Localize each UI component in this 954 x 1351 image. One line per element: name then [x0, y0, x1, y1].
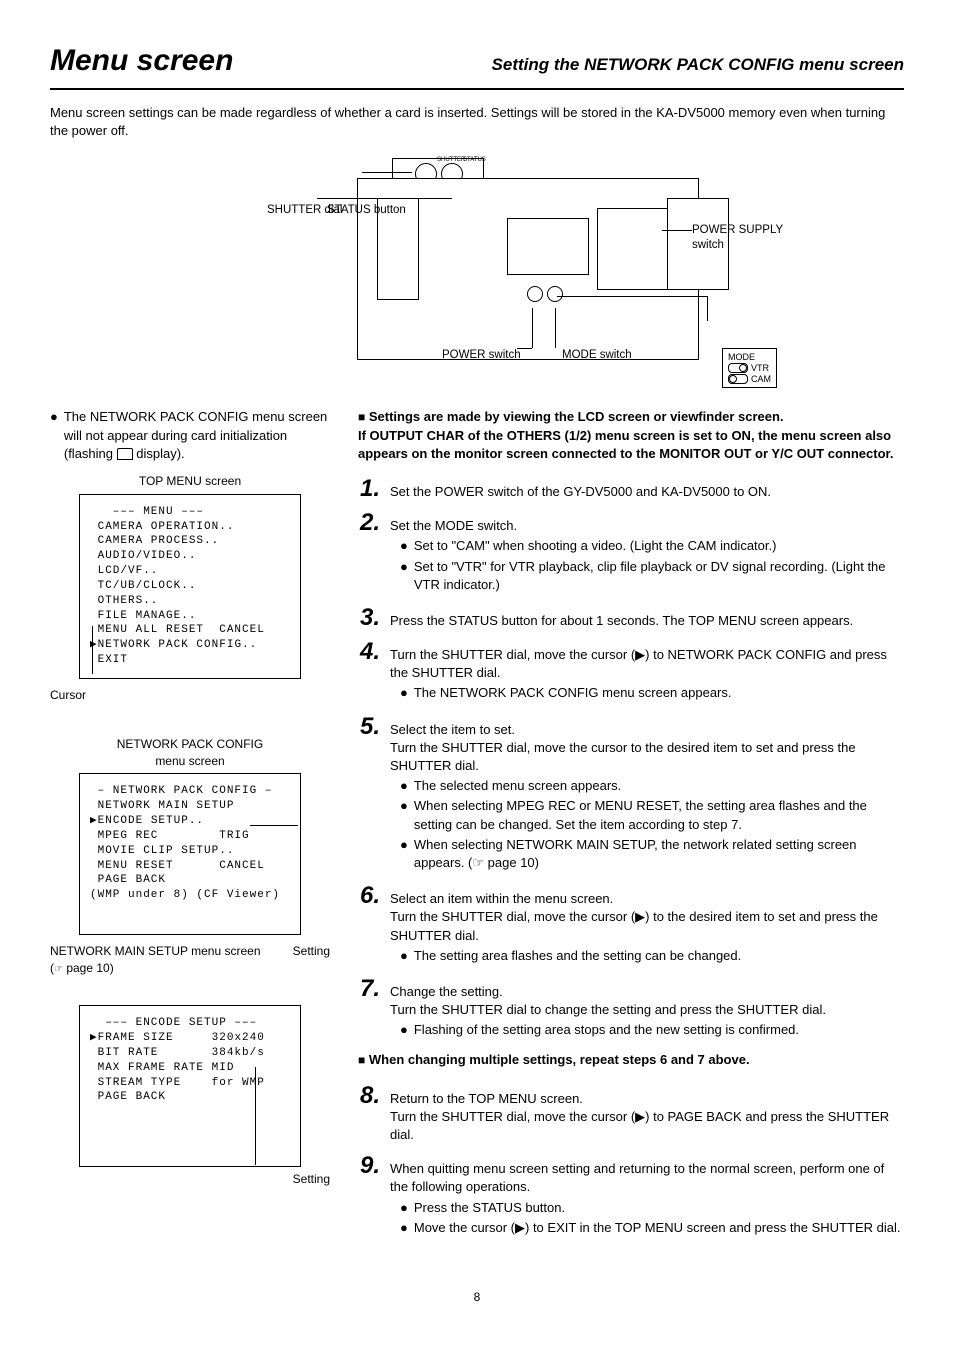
- step-body: Set the POWER switch of the GY-DV5000 an…: [390, 483, 904, 501]
- step: 5.Select the item to set.Turn the SHUTTE…: [358, 715, 904, 875]
- mode-panel: MODE VTR CAM: [722, 348, 777, 388]
- step: 4.Turn the SHUTTER dial, move the cursor…: [358, 640, 904, 705]
- intro-paragraph: Menu screen settings can be made regardl…: [50, 104, 904, 140]
- page-subtitle: Setting the NETWORK PACK CONFIG menu scr…: [253, 53, 904, 77]
- step-number: 7.: [358, 977, 380, 1042]
- sub-bullet: ●Set to "CAM" when shooting a video. (Li…: [400, 537, 904, 555]
- step: 6.Select an item within the menu screen.…: [358, 884, 904, 967]
- step-number: 9.: [358, 1154, 380, 1239]
- step: 1. Set the POWER switch of the GY-DV5000 …: [358, 477, 904, 501]
- sub-bullet: ●When selecting MPEG REC or MENU RESET, …: [400, 797, 904, 833]
- step: 2.Set the MODE switch.●Set to "CAM" when…: [358, 511, 904, 596]
- top-menu-caption: TOP MENU screen: [50, 473, 330, 490]
- step-body: Set the MODE switch.●Set to "CAM" when s…: [390, 517, 904, 596]
- label-power-switch: POWER switch: [442, 348, 521, 362]
- config-note: ● The NETWORK PACK CONFIG menu screen wi…: [50, 408, 330, 463]
- step-body: Turn the SHUTTER dial, move the cursor (…: [390, 646, 904, 705]
- npc-menu-screen: – NETWORK PACK CONFIG – NETWORK MAIN SET…: [79, 773, 301, 935]
- step-body: Press the STATUS button for about 1 seco…: [390, 612, 904, 630]
- mode-vtr-label: VTR: [751, 363, 769, 374]
- pointer-icon: ☞: [54, 964, 63, 975]
- label-power-supply: POWER SUPPLY switch: [692, 223, 792, 252]
- step-number: 4.: [358, 640, 380, 705]
- steps-list-2: 8.Return to the TOP MENU screen.Turn the…: [358, 1084, 904, 1239]
- settings-note: ■ Settings are made by viewing the LCD s…: [358, 408, 904, 463]
- npc-caption: NETWORK PACK CONFIG menu screen: [50, 736, 330, 770]
- sub-bullet: ●Move the cursor (▶) to EXIT in the TOP …: [400, 1219, 904, 1237]
- page-number: 8: [50, 1289, 904, 1306]
- step-number: 3.: [358, 606, 380, 630]
- top-menu-screen: ––– MENU ––– CAMERA OPERATION.. CAMERA P…: [79, 494, 301, 679]
- step-body: Return to the TOP MENU screen.Turn the S…: [390, 1090, 904, 1145]
- sub-bullet: ●Press the STATUS button.: [400, 1199, 904, 1217]
- sub-bullet: ●The NETWORK PACK CONFIG menu screen app…: [400, 684, 904, 702]
- step: 8.Return to the TOP MENU screen.Turn the…: [358, 1084, 904, 1145]
- step: 7.Change the setting.Turn the SHUTTER di…: [358, 977, 904, 1042]
- step: 3. Press the STATUS button for about 1 se…: [358, 606, 904, 630]
- cursor-label: Cursor: [50, 687, 330, 704]
- setting-label-2: Setting: [293, 1171, 330, 1188]
- mode-panel-title: MODE: [728, 352, 771, 363]
- sub-bullet: ●The selected menu screen appears.: [400, 777, 904, 795]
- step-number: 2.: [358, 511, 380, 596]
- setting-label-1: Setting: [293, 943, 330, 977]
- repeat-note: ■ When changing multiple settings, repea…: [358, 1051, 904, 1069]
- page-title: Menu screen: [50, 40, 233, 82]
- step-body: Select the item to set.Turn the SHUTTER …: [390, 721, 904, 875]
- knob-label-shutter: SHUTTER: [437, 156, 465, 164]
- step: 9.When quitting menu screen setting and …: [358, 1154, 904, 1239]
- camera-diagram: SHUTTER STATUS SHUTTER dial STATUS butto…: [197, 158, 757, 378]
- step-body: Select an item within the menu screen.Tu…: [390, 890, 904, 967]
- encode-setup-screen: ––– ENCODE SETUP ––– ▶FRAME SIZE 320x240…: [79, 1005, 301, 1167]
- knob-label-status: STATUS: [463, 156, 486, 164]
- left-column: ● The NETWORK PACK CONFIG menu screen wi…: [50, 408, 330, 1249]
- sub-bullet: ●The setting area flashes and the settin…: [400, 947, 904, 965]
- step-number: 6.: [358, 884, 380, 967]
- step-number: 5.: [358, 715, 380, 875]
- page-header: Menu screen Setting the NETWORK PACK CON…: [50, 40, 904, 90]
- step-body: When quitting menu screen setting and re…: [390, 1160, 904, 1239]
- sub-bullet: ●Flashing of the setting area stops and …: [400, 1021, 904, 1039]
- label-mode-switch: MODE switch: [562, 348, 632, 362]
- sub-bullet: ●When selecting NETWORK MAIN SETUP, the …: [400, 836, 904, 872]
- mode-cam-label: CAM: [751, 374, 771, 385]
- sub-bullet: ●Set to "VTR" for VTR playback, clip fil…: [400, 558, 904, 594]
- step-number: 1.: [358, 477, 380, 501]
- label-status-button: STATUS button: [327, 203, 406, 217]
- step-number: 8.: [358, 1084, 380, 1145]
- step-body: Change the setting.Turn the SHUTTER dial…: [390, 983, 904, 1042]
- card-icon: [117, 448, 133, 460]
- right-column: ■ Settings are made by viewing the LCD s…: [358, 408, 904, 1249]
- steps-list: 1. Set the POWER switch of the GY-DV5000 …: [358, 477, 904, 1042]
- nms-caption: NETWORK MAIN SETUP menu screen: [50, 944, 261, 958]
